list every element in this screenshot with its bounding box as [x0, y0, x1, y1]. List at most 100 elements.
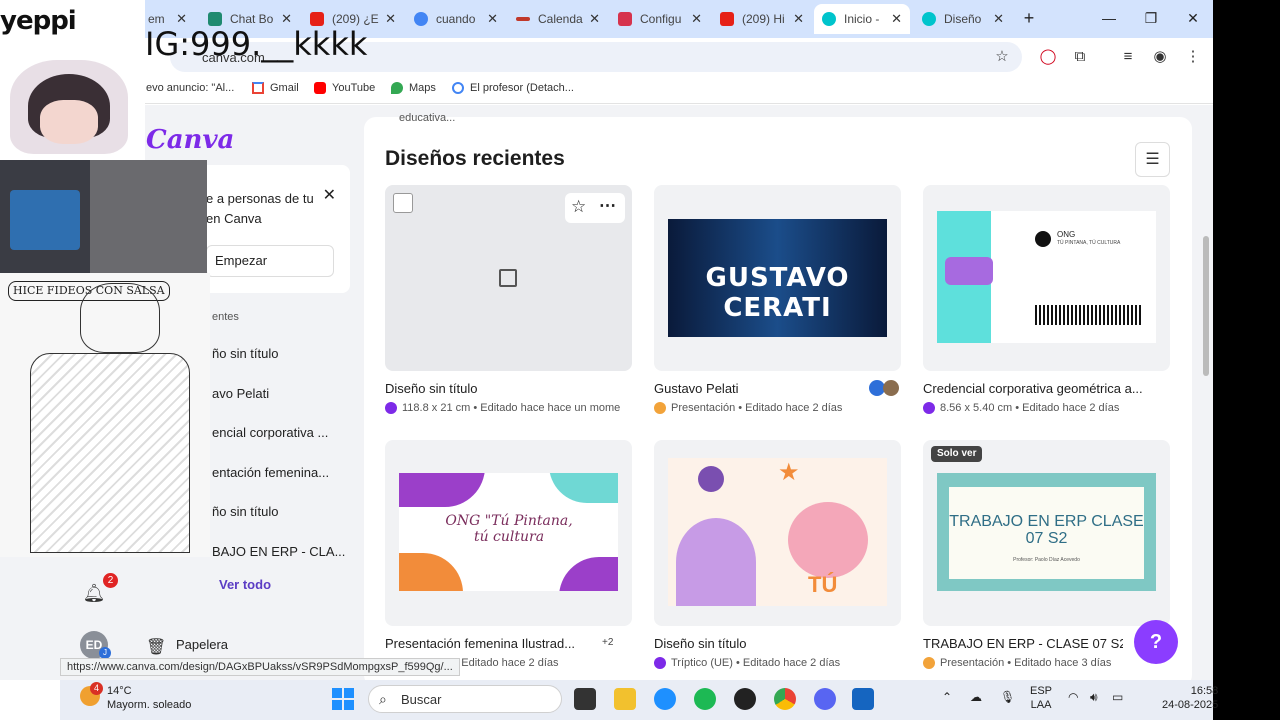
close-window-icon[interactable]: ✕ [1178, 6, 1208, 30]
bookmark-youtube[interactable]: YouTube [314, 82, 375, 94]
mic-icon[interactable]: 🎙︎ [1000, 690, 1015, 704]
volume-icon[interactable]: 🔊︎ [1090, 690, 1098, 705]
bell-icon[interactable]: 🔔︎ [82, 583, 106, 607]
restore-icon[interactable]: ❐ [1136, 6, 1166, 30]
close-tab-icon[interactable]: ✕ [385, 11, 396, 27]
close-tab-icon[interactable]: ✕ [793, 11, 804, 27]
new-tab-button[interactable]: + [1014, 6, 1044, 30]
taskbar-search[interactable]: ⌕ Buscar [368, 685, 562, 713]
date: 24-08-2025 [1162, 699, 1219, 711]
design-title[interactable]: TRABAJO EN ERP - CLASE 07 S2 [923, 636, 1123, 651]
config-icon [618, 12, 632, 26]
tab-4[interactable]: Calenda ✕ [508, 4, 608, 34]
star-icon[interactable]: ☆ [992, 47, 1012, 67]
youtube-icon [310, 12, 324, 26]
sidebar-recent-item[interactable]: BAJO EN ERP - CLA... [212, 544, 345, 559]
select-checkbox[interactable] [393, 193, 413, 213]
thumb-logo [945, 257, 993, 285]
design-meta: 118.8 x 21 cm • Editado hace hace un mom… [385, 402, 632, 414]
sidebar-recent-item[interactable]: ño sin título [212, 504, 279, 519]
list-view-icon[interactable]: ☰ [1135, 142, 1170, 177]
design-card[interactable]: ONG "Tú Pintana, tú cultura [385, 440, 632, 626]
tab-3[interactable]: cuando ✕ [406, 4, 506, 34]
design-card[interactable]: TRABAJO EN ERP CLASE 07 S2 Profesor: Pao… [923, 440, 1170, 626]
opera-icon[interactable]: ◯ [1038, 47, 1058, 67]
more-icon[interactable]: ⋯ [599, 196, 616, 216]
language-indicator[interactable]: ESP LAA [1030, 684, 1052, 712]
scrollbar-thumb[interactable] [1203, 236, 1209, 376]
design-card[interactable]: GUSTAVO CERATI [654, 185, 901, 371]
bookmark-gmail[interactable]: Gmail [252, 82, 299, 94]
wifi-icon[interactable]: ◠ [1068, 690, 1078, 704]
design-meta: 8.56 x 5.40 cm • Editado hace 2 días [923, 402, 1170, 414]
see-all-link[interactable]: Ver todo [219, 577, 271, 592]
close-tab-icon[interactable]: ✕ [993, 11, 1004, 27]
design-title[interactable]: Presentación femenina Ilustrad... [385, 636, 590, 651]
google-icon [414, 12, 428, 26]
media-icon[interactable]: ≡ [1118, 47, 1138, 67]
windows-start-icon[interactable] [332, 688, 354, 710]
close-icon[interactable]: ✕ [323, 185, 336, 205]
trash-icon[interactable]: 🗑︎ [146, 637, 166, 657]
time: 16:58 [1190, 685, 1219, 697]
extensions-icon[interactable]: ⧉ [1070, 47, 1090, 67]
view-only-badge: Solo ver [931, 446, 983, 462]
chevron-up-icon[interactable]: ⌃ [942, 690, 952, 704]
sidebar-recent-item[interactable]: ño sin título [212, 346, 279, 361]
close-tab-icon[interactable]: ✕ [891, 11, 902, 27]
sidebar-recent-item[interactable]: encial corporativa ... [212, 425, 328, 440]
design-title[interactable]: Diseño sin título [654, 636, 901, 651]
menu-icon[interactable]: ⋮ [1183, 47, 1203, 67]
meta-text: 118.8 x 21 cm • Editado hace hace un mom… [402, 402, 621, 414]
star-icon[interactable]: ☆ [571, 197, 586, 217]
tab-8[interactable]: Diseño ✕ [914, 4, 1012, 34]
thumb-sub: Profesor: Paolo Díaz Acevedo [1013, 557, 1080, 563]
tab-7-active[interactable]: Inicio - ✕ [814, 4, 910, 34]
tab-title: Calenda [538, 12, 583, 26]
bookmark-maps[interactable]: Maps [391, 82, 436, 94]
overlay-name: yeppi [0, 6, 77, 36]
store-icon[interactable] [852, 688, 874, 710]
design-title[interactable]: Credencial corporativa geométrica a... [923, 381, 1170, 396]
minimize-icon[interactable]: — [1094, 6, 1124, 30]
cloud-icon[interactable]: ☁ [970, 690, 982, 704]
chrome-icon[interactable] [774, 688, 796, 710]
thumb-text: TÚ [808, 572, 838, 597]
discord-icon[interactable] [814, 688, 836, 710]
tab-title: cuando [436, 12, 476, 26]
sidebar-recent-item[interactable]: entación femenina... [212, 465, 329, 480]
thumb-shape [549, 473, 618, 503]
bookmark-profesor[interactable]: El profesor (Detach... [452, 82, 574, 94]
file-explorer-icon[interactable] [614, 688, 636, 710]
edge-icon[interactable] [654, 688, 676, 710]
design-card[interactable]: ★ TÚ [654, 440, 901, 626]
tab-6[interactable]: (209) Hi ✕ [712, 4, 812, 34]
collaborator-avatar [883, 380, 899, 396]
scrollbar[interactable] [1200, 110, 1213, 678]
design-card[interactable]: ONG TÚ PINTANA, TÚ CULTURA [923, 185, 1170, 371]
battery-icon[interactable]: ▭ [1112, 690, 1123, 704]
status-url: https://www.canva.com/design/DAGxBPUakss… [60, 658, 460, 676]
profile-icon[interactable]: ◉ [1150, 47, 1170, 67]
canva-icon [822, 12, 836, 26]
design-title[interactable]: Gustavo Pelati [654, 381, 854, 396]
task-view-icon[interactable] [574, 688, 596, 710]
spotify-icon[interactable] [694, 688, 716, 710]
tab-title: (209) ¿E [332, 12, 379, 26]
region: LAA [1030, 699, 1052, 711]
tab-5[interactable]: Configu ✕ [610, 4, 710, 34]
sidebar-recent-item[interactable]: avo Pelati [212, 386, 269, 401]
start-button[interactable]: Empezar [206, 245, 334, 277]
clock[interactable]: 16:58 24-08-2025 [1162, 684, 1218, 712]
design-card[interactable]: ☆ ⋯ [385, 185, 632, 371]
partial-text: educativa... [399, 112, 456, 124]
calendar-icon [516, 17, 530, 21]
trash-link[interactable]: Papelera [176, 637, 228, 652]
help-button[interactable]: ? [1134, 620, 1178, 664]
close-tab-icon[interactable]: ✕ [589, 11, 600, 27]
weather-widget[interactable]: 14°C Mayorm. soleado [107, 684, 191, 712]
design-title[interactable]: Diseño sin título [385, 381, 632, 396]
close-tab-icon[interactable]: ✕ [487, 11, 498, 27]
app-icon[interactable] [734, 688, 756, 710]
close-tab-icon[interactable]: ✕ [691, 11, 702, 27]
